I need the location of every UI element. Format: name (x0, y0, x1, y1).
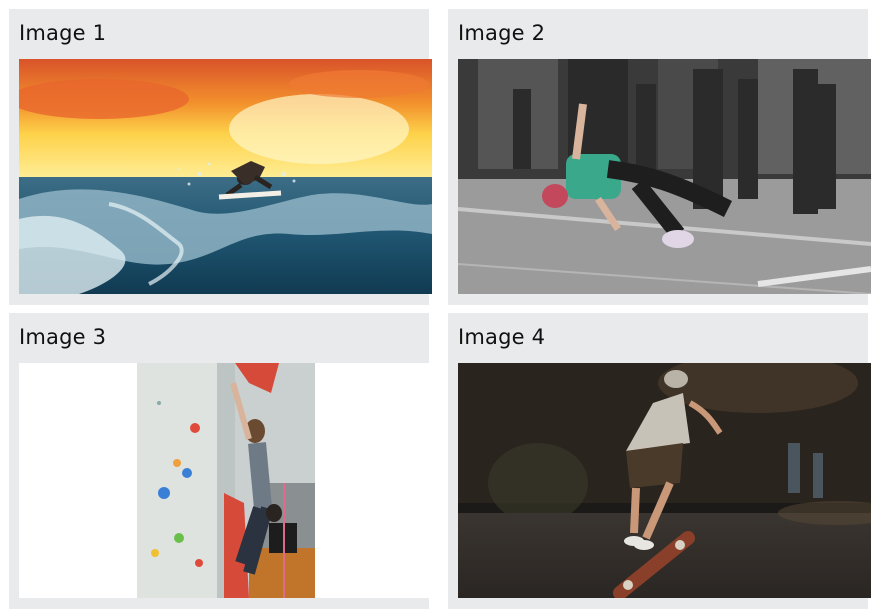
image-card-title: Image 3 (19, 325, 107, 349)
climber-photo[interactable] (19, 363, 432, 598)
image-card-title: Image 1 (19, 21, 107, 45)
breakdancer-photo[interactable] (458, 59, 871, 294)
surfer-photo[interactable] (19, 59, 432, 294)
image-card-title: Image 4 (458, 325, 546, 349)
skateboarder-photo[interactable] (458, 363, 871, 598)
image-grid: Image 1 Image 2 Image 3 Image 4 (0, 0, 872, 609)
image-card-3[interactable]: Image 3 (9, 313, 432, 609)
image-card-2[interactable]: Image 2 (448, 9, 871, 305)
image-card-title: Image 2 (458, 21, 546, 45)
image-card-4[interactable]: Image 4 (448, 313, 871, 609)
image-card-1[interactable]: Image 1 (9, 9, 432, 305)
